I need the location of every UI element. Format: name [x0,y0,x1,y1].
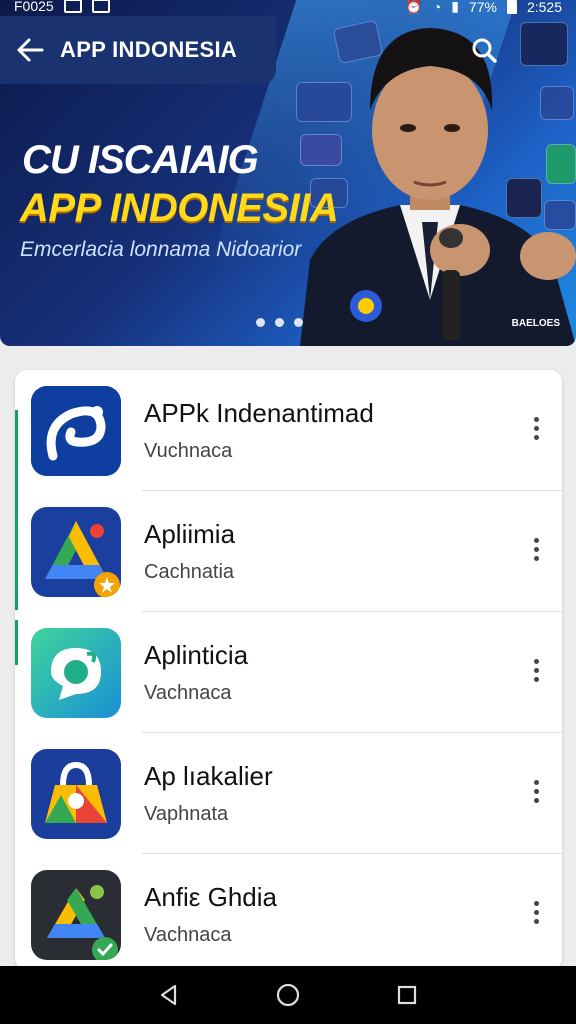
back-button[interactable] [0,16,60,84]
app-bar: APP INDONESIA [0,16,276,84]
app-subtitle: Vuchnaca [144,440,233,462]
status-bar: F0025 ⏰ ◔ ▮ 77% 2:525 [0,0,576,16]
swirl-app-icon [31,386,121,476]
notification-icon [63,0,82,13]
carousel-dot-2[interactable] [275,318,284,327]
bag-app-icon [31,749,121,839]
image-notification-icon [91,0,110,13]
app-name: Aplinticia [144,640,249,670]
clock: 2:525 [526,0,562,15]
system-navigation-bar [0,966,576,1024]
carrier-label: F0025 [14,0,54,14]
list-item[interactable]: Ap lıakalier Vaphnata [15,733,562,854]
app-name: APPk Indenantimad [144,398,374,428]
nav-recents-button[interactable] [387,975,427,1015]
more-vert-icon [533,779,539,785]
more-vert-icon [533,900,539,906]
signal-icon: ▮ [451,0,459,14]
arrow-left-icon [17,38,44,62]
more-options-button[interactable] [519,529,553,569]
carousel-dot-1[interactable] [256,318,265,327]
presenter-photo [300,28,576,346]
chat-app-icon [31,628,121,718]
hero-title-line2: APP INDONESIIA [20,186,339,230]
carousel-indicator[interactable] [256,318,303,327]
search-icon [472,38,497,63]
more-options-button[interactable] [519,408,553,448]
more-options-button[interactable] [519,892,553,932]
hero-corner-tag: BAELOES [511,318,560,329]
app-list: APPk Indenantimad Vuchnaca Apliimia Cach… [15,370,562,970]
carousel-dot-3[interactable] [294,318,303,327]
app-name: Apliimia [144,519,236,549]
list-item[interactable]: Aplinticia Vachnaca [15,612,562,733]
wifi-icon: ◔ [432,0,442,15]
page-title: APP INDONESIA [60,37,238,62]
drive-app-icon [31,870,121,960]
nav-back-button[interactable] [149,975,189,1015]
hero-title-line1: CU ISCAIAIG [22,138,259,182]
square-recents-icon [397,985,416,1005]
app-subtitle: Cachnatia [144,561,235,583]
list-item[interactable]: Apliimia Cachnatia [15,491,562,612]
circle-home-icon [276,983,300,1007]
app-subtitle: Vachnaca [144,682,232,704]
more-vert-icon [533,658,539,664]
app-name: Ap lıakalier [144,761,273,791]
app-subtitle: Vaphnata [144,803,229,825]
list-item[interactable]: Anfiε Ghdia Vachnaca [15,854,562,970]
battery-percent: 77% [468,0,497,15]
alarm-icon: ⏰ [405,0,423,14]
app-name: Anfiε Ghdia [144,882,277,912]
triangle-app-icon [31,507,121,597]
more-options-button[interactable] [519,650,553,690]
more-options-button[interactable] [519,771,553,811]
nav-home-button[interactable] [268,975,308,1015]
search-button[interactable] [470,36,500,66]
hero-subtitle: Emcerlacia lonnama Nidoarior [20,238,302,261]
more-vert-icon [533,416,539,422]
app-subtitle: Vachnaca [144,924,232,946]
more-vert-icon [533,537,539,543]
triangle-back-icon [161,984,177,1006]
list-item[interactable]: APPk Indenantimad Vuchnaca [15,370,562,491]
battery-icon [506,0,517,14]
